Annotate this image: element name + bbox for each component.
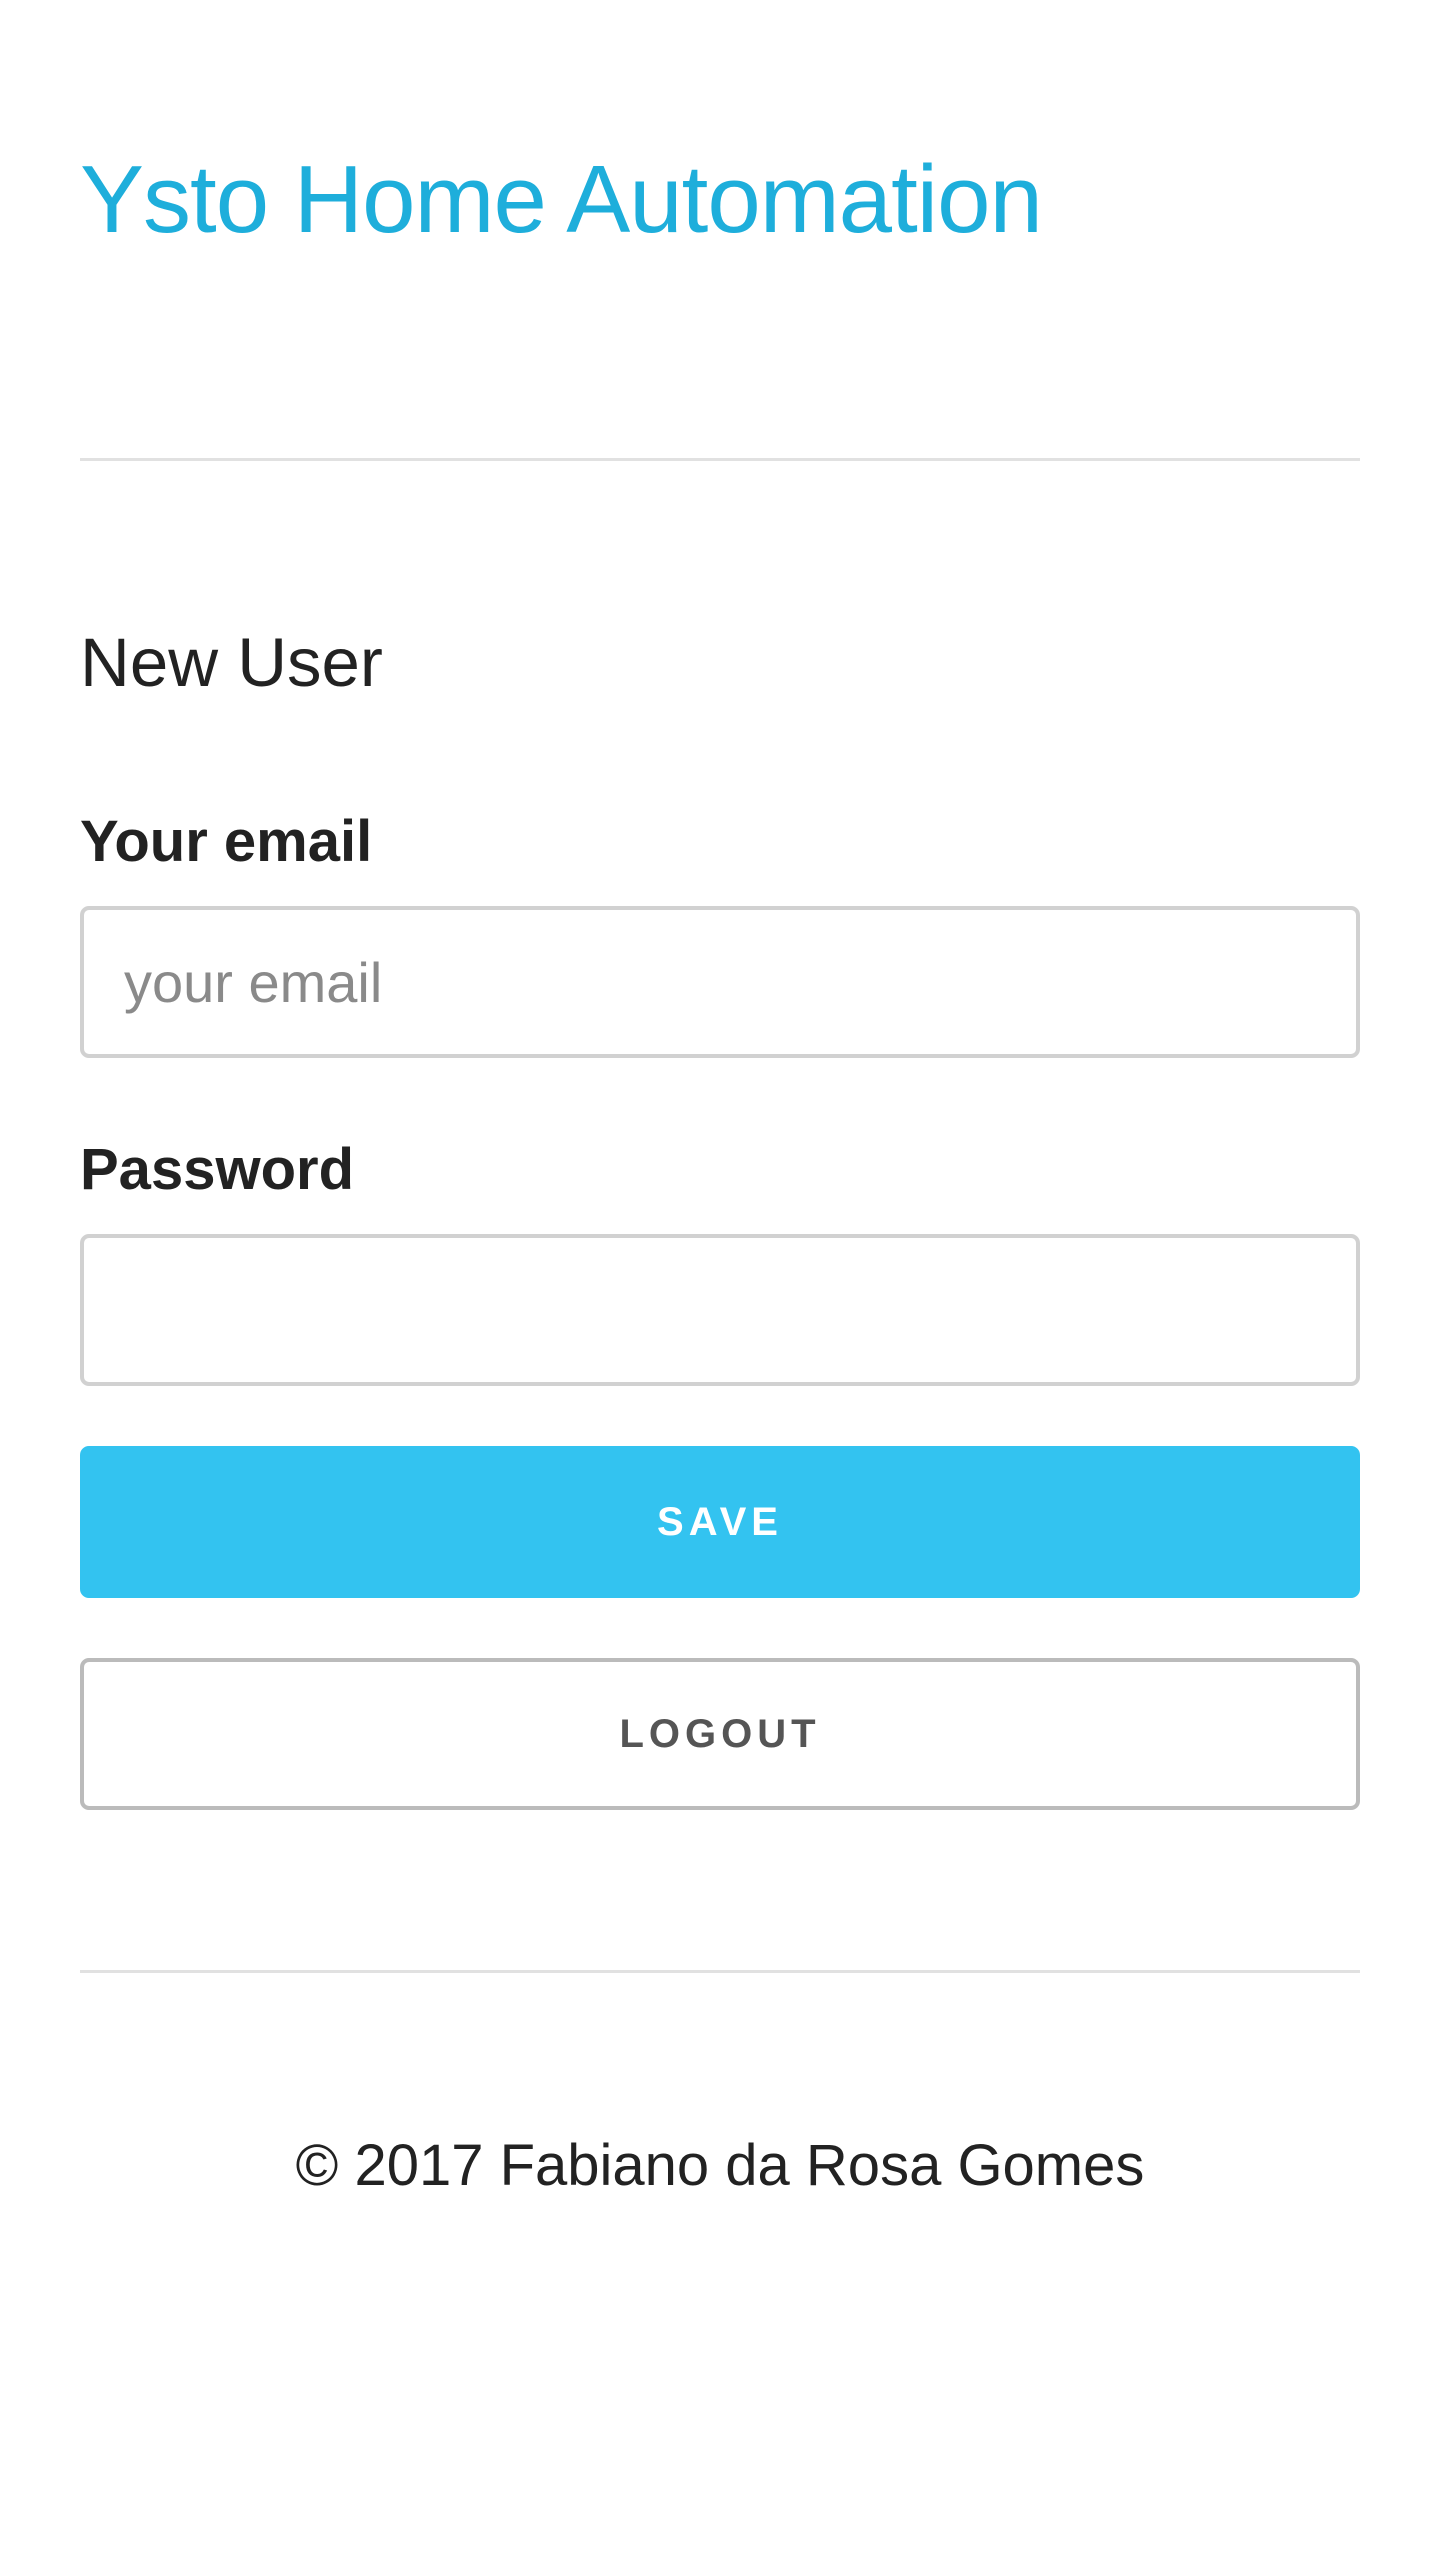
email-label: Your email: [80, 809, 373, 874]
footer-divider: [80, 1970, 1360, 1973]
password-field[interactable]: [80, 1234, 1360, 1386]
header-divider: [80, 458, 1360, 461]
password-label: Password: [80, 1137, 354, 1202]
email-field[interactable]: [80, 906, 1360, 1058]
app-title: Ysto Home Automation: [80, 146, 1043, 253]
save-button[interactable]: SAVE: [80, 1446, 1360, 1598]
copyright-text: © 2017 Fabiano da Rosa Gomes: [295, 2133, 1145, 2198]
form-heading: New User: [80, 624, 383, 701]
logout-button[interactable]: LOGOUT: [80, 1658, 1360, 1810]
